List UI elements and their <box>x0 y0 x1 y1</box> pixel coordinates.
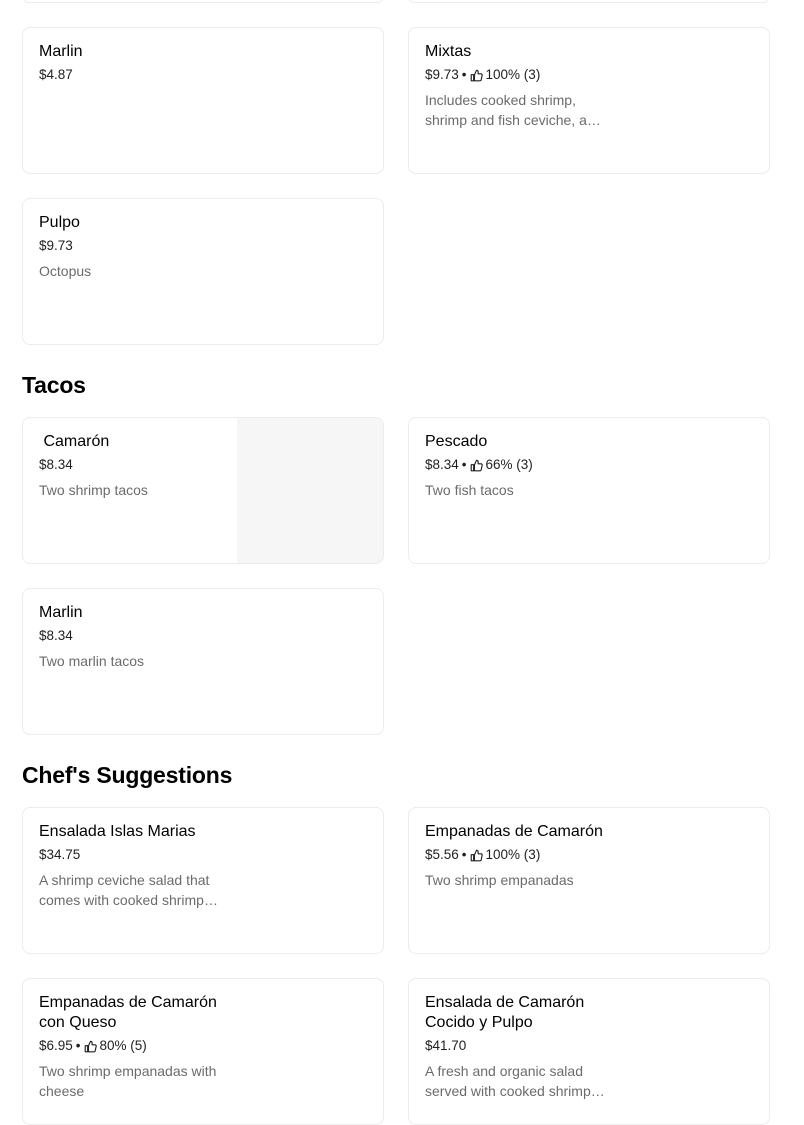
separator-dot: • <box>461 847 467 862</box>
separator-dot: • <box>461 67 467 82</box>
item-image-placeholder <box>237 418 383 563</box>
item-meta: $34.75 <box>39 846 229 864</box>
item-description: Two fish tacos <box>425 482 514 498</box>
item-name: Ensalada de Camarón Cocido y Pulpo <box>425 994 585 1031</box>
separator-dot: • <box>75 1038 81 1053</box>
item-rating: 66% (3) <box>485 457 533 472</box>
item-description: A shrimp ceviche salad that comes with c… <box>39 872 218 908</box>
item-name: Pescado <box>425 433 488 450</box>
menu-item-card-partial[interactable] <box>408 0 770 3</box>
item-name: Marlin <box>39 43 83 60</box>
item-name: Marlin <box>39 604 83 621</box>
menu-item-card-empanadas-de-camaron[interactable]: Empanadas de Camarón $5.56 • 100% (3) Tw… <box>408 807 770 954</box>
menu-item-card-camaron[interactable]: Camarón $8.34 Two shrimp tacos <box>22 417 384 564</box>
item-price: $9.73 <box>39 238 73 253</box>
item-price: $41.70 <box>425 1038 467 1053</box>
item-rating: 80% (5) <box>99 1038 147 1053</box>
menu-item-card-ensalada-islas-marias[interactable]: Ensalada Islas Marias $34.75 A shrimp ce… <box>22 807 384 954</box>
menu-item-card-marlin-taco[interactable]: Marlin $8.34 Two marlin tacos <box>22 588 384 735</box>
item-price: $5.56 <box>425 847 459 862</box>
item-description: Two shrimp tacos <box>39 482 148 498</box>
item-name: Camarón <box>39 433 110 450</box>
item-description: Octopus <box>39 263 92 279</box>
section-title-chefs-suggestions: Chef's Suggestions <box>22 762 233 788</box>
item-price: $8.34 <box>39 628 73 643</box>
menu-item-card-pescado[interactable]: Pescado $8.34 • 66% (3) Two fish tacos <box>408 417 770 564</box>
thumbs-up-icon <box>470 849 483 861</box>
item-description: Two marlin tacos <box>39 653 145 669</box>
item-price: $8.34 <box>39 457 73 472</box>
item-meta: $8.34 <box>39 627 229 645</box>
item-name: Pulpo <box>39 214 80 231</box>
item-price: $9.73 <box>425 67 459 82</box>
item-meta: $41.70 <box>425 1037 615 1055</box>
item-price: $34.75 <box>39 847 81 862</box>
menu-item-card-ensalada-de-camaron-cocido-y-pulpo[interactable]: Ensalada de Camarón Cocido y Pulpo $41.7… <box>408 978 770 1125</box>
item-meta: $9.73 <box>39 237 229 255</box>
menu-item-card-mixtas[interactable]: Mixtas $9.73 • 100% (3) Includes cooked … <box>408 27 770 174</box>
item-name: Empanadas de Camarón con Queso <box>39 994 217 1031</box>
thumbs-up-icon <box>470 69 483 81</box>
item-rating: 100% (3) <box>485 67 541 82</box>
item-description: Two shrimp empanadas <box>425 872 574 888</box>
item-meta: $5.56 • 100% (3) <box>425 846 615 864</box>
item-price: $4.87 <box>39 67 73 82</box>
item-price: $6.95 <box>39 1038 73 1053</box>
item-meta: $8.34 <box>39 456 229 474</box>
item-description: Includes cooked shrimp, shrimp and fish … <box>425 92 601 128</box>
item-price: $8.34 <box>425 457 459 472</box>
item-name: Empanadas de Camarón <box>425 823 603 840</box>
section-title-tacos: Tacos <box>22 372 86 398</box>
item-name: Mixtas <box>425 43 472 60</box>
menu-item-card-marlin[interactable]: Marlin $4.87 <box>22 27 384 174</box>
thumbs-up-icon <box>84 1040 97 1052</box>
item-description: Two shrimp empanadas with cheese <box>39 1063 217 1099</box>
item-description: A fresh and organic salad served with co… <box>425 1063 605 1099</box>
item-name: Ensalada Islas Marias <box>39 823 196 840</box>
menu-item-card-empanadas-de-camaron-con-queso[interactable]: Empanadas de Camarón con Queso $6.95 • 8… <box>22 978 384 1125</box>
menu-item-card-partial[interactable] <box>22 0 384 3</box>
thumbs-up-icon <box>470 459 483 471</box>
item-rating: 100% (3) <box>485 847 541 862</box>
menu-item-card-pulpo[interactable]: Pulpo $9.73 Octopus <box>22 198 384 345</box>
item-meta: $8.34 • 66% (3) <box>425 456 615 474</box>
item-meta: $6.95 • 80% (5) <box>39 1037 229 1055</box>
item-meta: $4.87 <box>39 66 229 84</box>
separator-dot: • <box>461 457 467 472</box>
item-meta: $9.73 • 100% (3) <box>425 66 615 84</box>
